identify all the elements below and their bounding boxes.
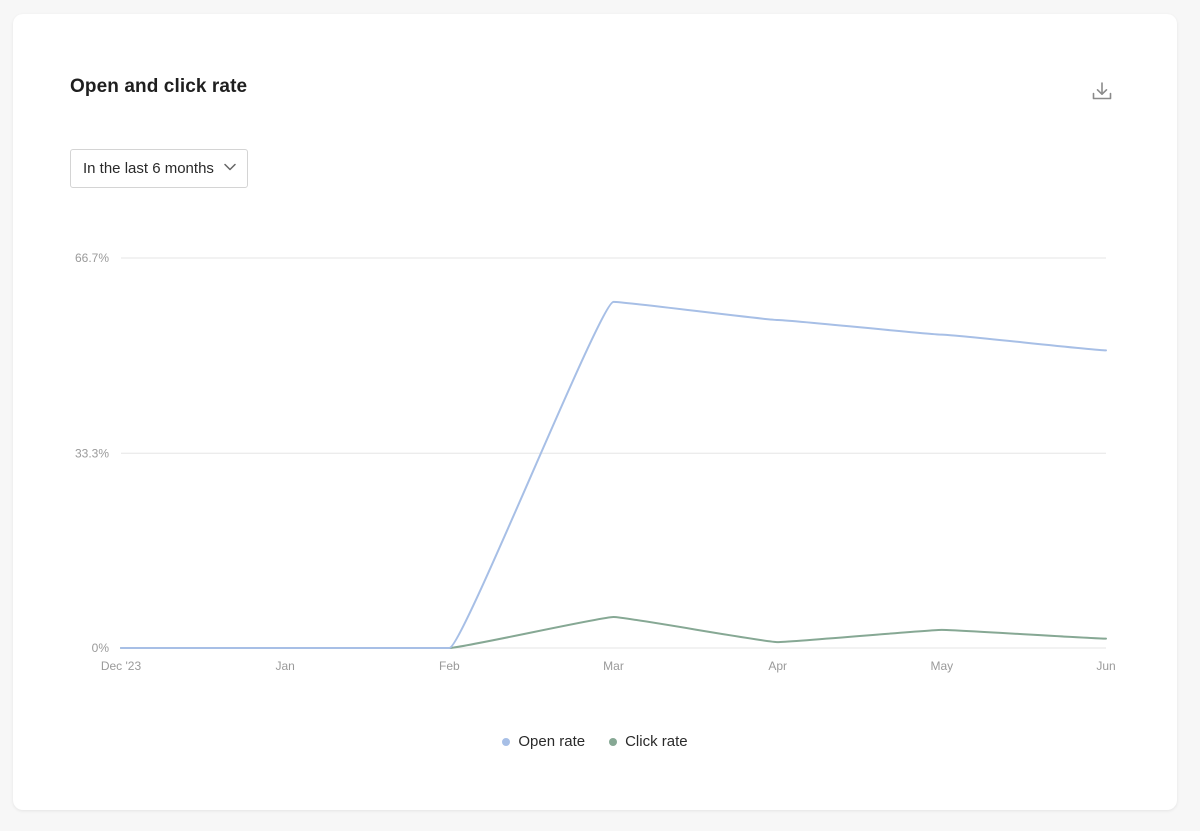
x-tick-label: Mar (603, 659, 624, 673)
x-tick-label: Apr (768, 659, 787, 673)
legend-label-open-rate: Open rate (518, 733, 586, 750)
legend-swatch-open-rate (502, 737, 511, 746)
x-tick-label: Jan (275, 659, 294, 673)
series-line-open-rate (120, 300, 1107, 650)
x-tick-label: May (930, 659, 953, 673)
chart-legend: Open rate Click rate (13, 733, 1177, 750)
x-tick-label: Feb (439, 659, 460, 673)
legend-item-click-rate[interactable]: Click rate (609, 733, 688, 750)
series-line-click-rate (120, 616, 1107, 650)
chart-card: Open and click rate In the last 6 months… (13, 14, 1177, 810)
legend-item-open-rate[interactable]: Open rate (502, 733, 585, 750)
x-tick-label: Dec '23 (101, 659, 142, 673)
y-tick-label: 66.7% (75, 251, 109, 265)
y-tick-label: 33.3% (75, 446, 109, 460)
y-tick-label: 0% (92, 641, 110, 655)
legend-swatch-click-rate (609, 737, 618, 746)
x-tick-label: Jun (1096, 659, 1115, 673)
line-chart: 0% 33.3% 66.7% Dec '23 Jan Feb Mar Apr May Jun (75, 251, 1116, 673)
legend-label-click-rate: Click rate (625, 733, 688, 750)
